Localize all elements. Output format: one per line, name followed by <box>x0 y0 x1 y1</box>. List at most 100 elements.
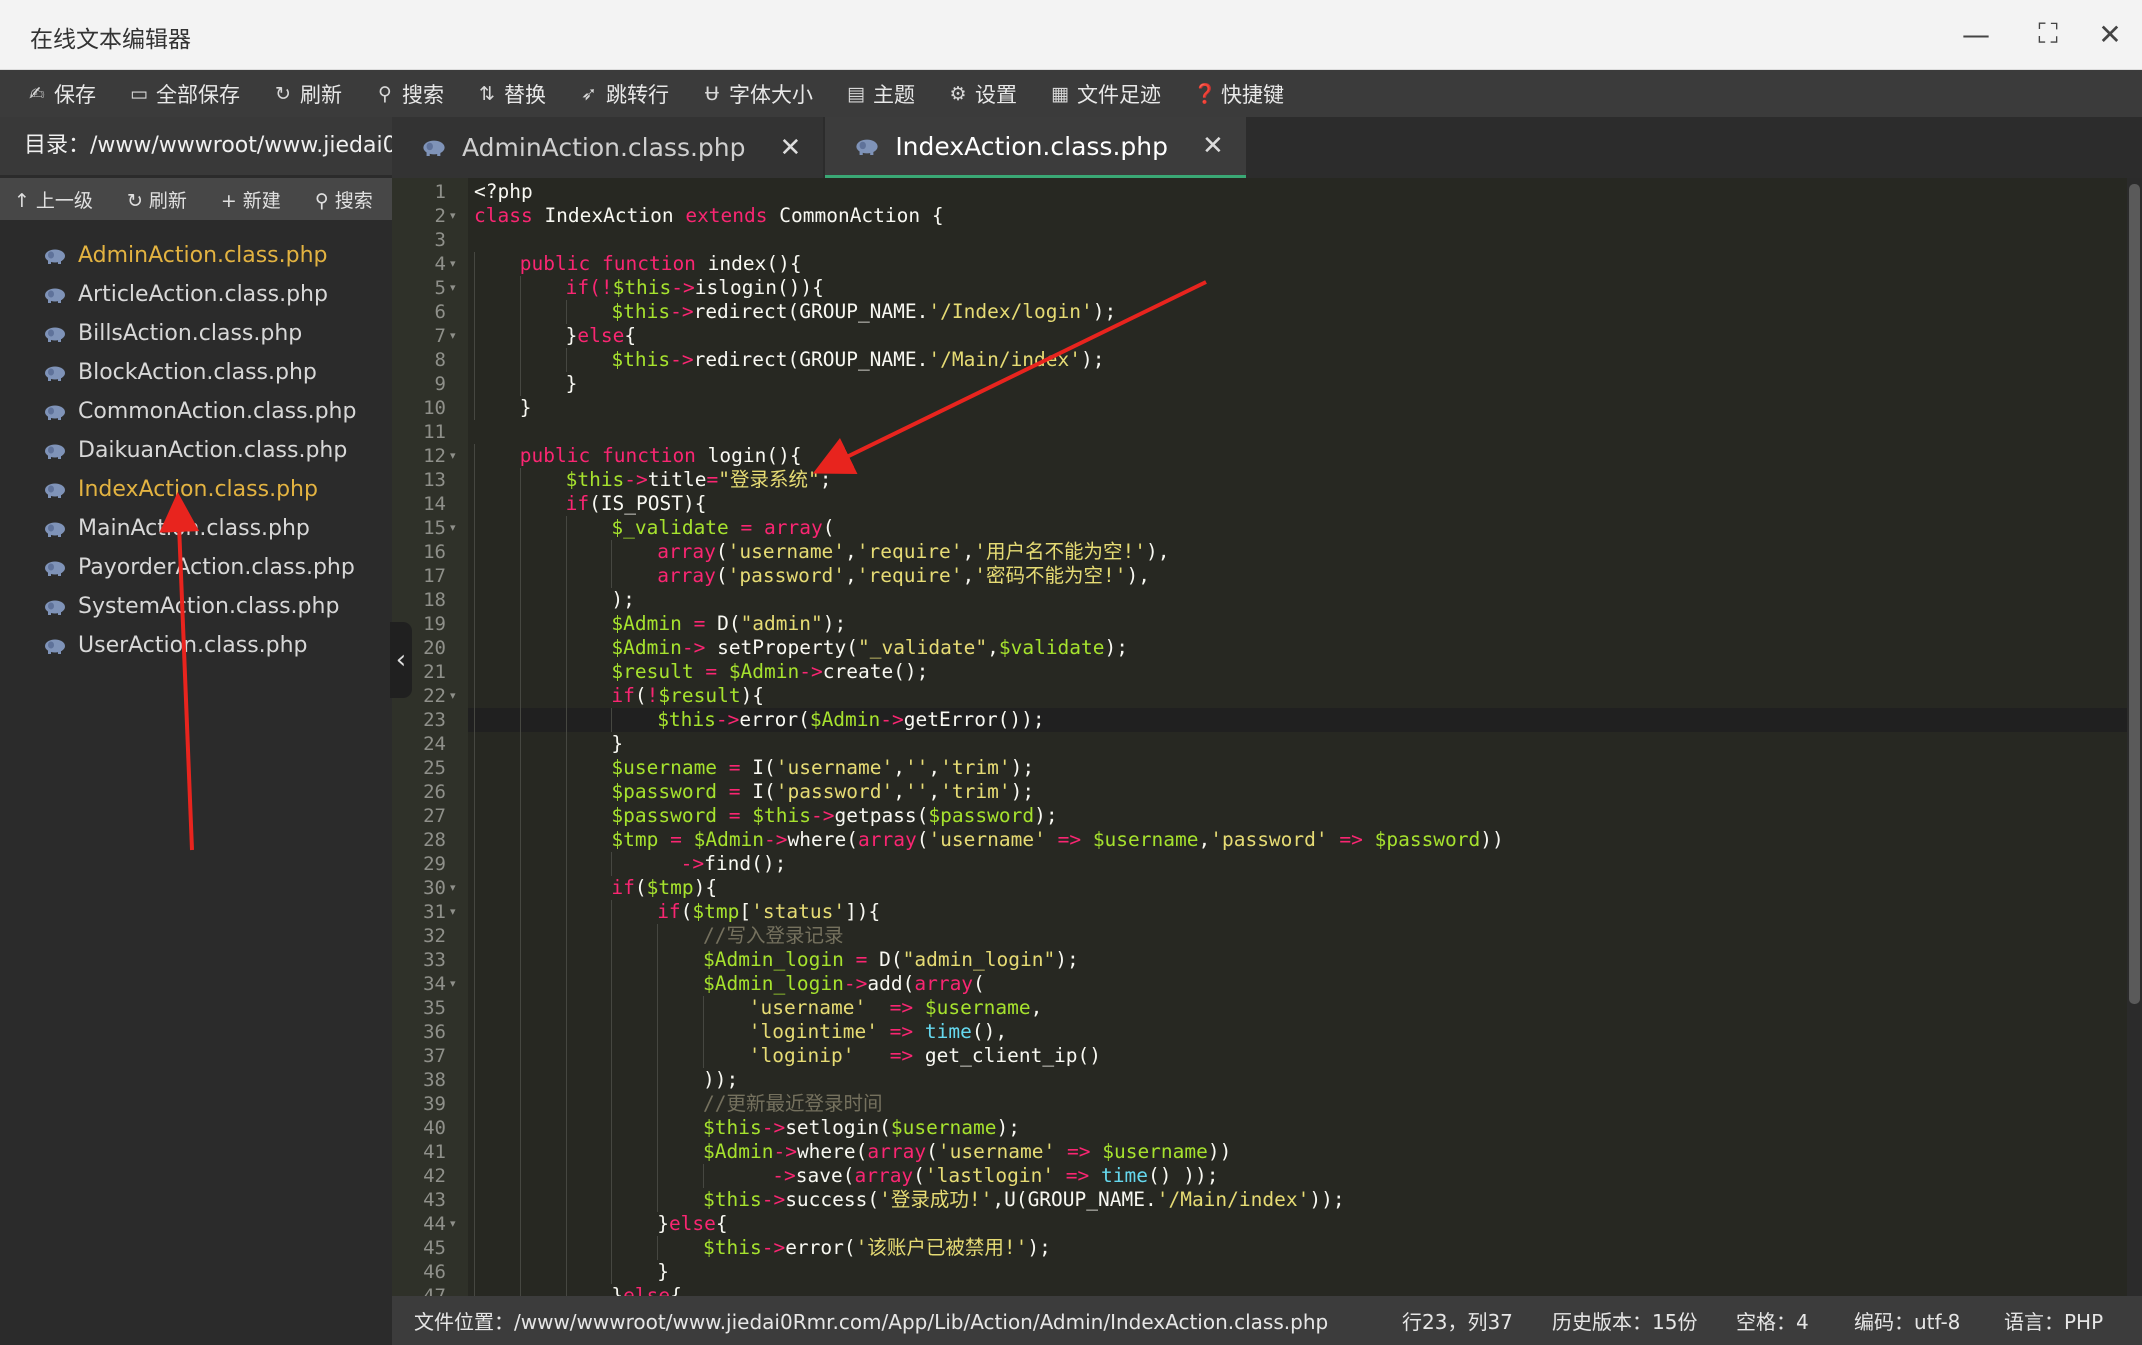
php-file-icon <box>45 249 65 264</box>
close-tab-icon[interactable]: ✕ <box>1202 131 1224 161</box>
code-token: add( <box>867 972 915 995</box>
maximize-icon[interactable]: ⛶ <box>2024 12 2072 56</box>
toolbar-search-button[interactable]: ⚲ 搜索 <box>358 70 460 117</box>
toolbar-theme-button[interactable]: ▤ 主题 <box>829 70 931 117</box>
line-number: 43 <box>423 1189 446 1211</box>
history-versions[interactable]: 历史版本：15份 <box>1552 1306 1697 1335</box>
minimize-icon[interactable]: — <box>1952 12 2000 56</box>
file-list-item[interactable]: BillsAction.class.php <box>0 314 392 353</box>
encoding-setting[interactable]: 编码：utf-8 <box>1854 1306 1960 1335</box>
toolbar-history-button[interactable]: ▦ 文件足迹 <box>1033 70 1177 117</box>
toolbar-save-all-button[interactable]: ▭ 全部保存 <box>112 70 256 117</box>
language-setting[interactable]: 语言：PHP <box>2004 1306 2103 1335</box>
code-editor[interactable]: 1 2 ▾ 3 4 ▾ 5 ▾ 6 7 ▾ 8 9 10 11 12 ▾ 13 14 15 ▾ 16 17 18 19 20 21 2… <box>392 178 2142 1296</box>
indent-guide <box>519 972 521 996</box>
toolbar-refresh-button[interactable]: ↻ 刷新 <box>256 70 358 117</box>
fold-toggle-icon[interactable]: ▾ <box>450 900 462 924</box>
fold-toggle-icon[interactable]: ▾ <box>450 252 462 276</box>
sidebar-tool-search-button[interactable]: ⚲ 搜索 <box>315 186 373 213</box>
indent-guide <box>611 900 613 924</box>
indent-guide <box>565 1116 567 1140</box>
indent-guide <box>474 1188 475 1212</box>
cursor-position[interactable]: 行23，列37 <box>1402 1306 1513 1335</box>
indent-setting[interactable]: 空格：4 <box>1736 1306 1809 1335</box>
line-gutter: 1 2 ▾ 3 4 ▾ 5 ▾ 6 7 ▾ 8 9 10 11 12 ▾ 13 14 15 ▾ 16 17 18 19 20 21 2… <box>392 178 468 1296</box>
code-line: } <box>611 732 623 756</box>
toolbar-help-button[interactable]: ❓ 快捷键 <box>1177 70 1300 117</box>
refresh-icon: ↻ <box>275 82 291 105</box>
indent-guide <box>657 1236 659 1260</box>
code-line: $Admin_login->add(array( <box>703 972 985 996</box>
code-token: => <box>1045 828 1093 851</box>
line-number: 8 <box>434 349 446 371</box>
line-number: 5 <box>434 277 446 299</box>
close-tab-icon[interactable]: ✕ <box>780 133 802 163</box>
line-number: 47 <box>423 1285 446 1296</box>
toolbar-font-size-button[interactable]: Ʉ 字体大小 <box>685 70 829 117</box>
file-list-item[interactable]: CommonAction.class.php <box>0 392 392 431</box>
code-token: $username <box>924 996 1031 1019</box>
editor-tab[interactable]: IndexAction.class.php ✕ <box>825 117 1246 178</box>
indent-guide <box>657 948 659 972</box>
code-token: -> <box>880 708 904 731</box>
tab-label: IndexAction.class.php <box>895 131 1168 161</box>
file-list-item[interactable]: UserAction.class.php <box>0 626 392 665</box>
fold-toggle-icon[interactable]: ▾ <box>450 444 462 468</box>
sidebar-tool-plus-button[interactable]: + 新建 <box>221 186 281 213</box>
file-name: MainAction.class.php <box>78 516 310 541</box>
fold-toggle-icon[interactable]: ▾ <box>450 324 462 348</box>
toolbar-goto-line-button[interactable]: ➶ 跳转行 <box>562 70 685 117</box>
file-list-item[interactable]: SystemAction.class.php <box>0 587 392 626</box>
line-number: 15 <box>423 517 446 539</box>
indent-guide <box>565 948 567 972</box>
fold-toggle-icon[interactable]: ▾ <box>450 204 462 228</box>
search-icon: ⚲ <box>314 189 329 212</box>
fold-toggle-icon[interactable]: ▾ <box>450 876 462 900</box>
vertical-scrollbar[interactable] <box>2127 178 2142 1296</box>
fold-toggle-icon[interactable]: ▾ <box>450 972 462 996</box>
scrollbar-thumb[interactable] <box>2129 184 2140 1004</box>
sidebar-tool-refresh-button[interactable]: ↻ 刷新 <box>127 186 187 213</box>
file-list-item[interactable]: DaikuanAction.class.php <box>0 431 392 470</box>
line-number: 29 <box>423 853 446 875</box>
code-token: <?php <box>474 180 533 203</box>
fold-toggle-icon[interactable]: ▾ <box>450 516 462 540</box>
file-list-item[interactable]: IndexAction.class.php <box>0 470 392 509</box>
indent-guide <box>474 564 475 588</box>
code-token: => <box>877 1020 925 1043</box>
directory-path: 目录：/www/wwwroot/www.jiedai0... <box>0 117 392 175</box>
code-line: $result = $Admin->create(); <box>611 660 928 684</box>
code-token: $Admin <box>611 612 682 635</box>
code-token: time <box>1101 1164 1148 1187</box>
file-list-item[interactable]: PayorderAction.class.php <box>0 548 392 587</box>
toolbar-replace-button[interactable]: ⇅ 替换 <box>460 70 562 117</box>
code-token: setProperty( <box>717 636 858 659</box>
code-token: , <box>893 780 905 803</box>
code-token: error( <box>785 1236 856 1259</box>
fold-toggle-icon[interactable]: ▾ <box>450 276 462 300</box>
toolbar-settings-button[interactable]: ⚙ 设置 <box>931 70 1033 117</box>
code-token: , <box>987 636 999 659</box>
fold-toggle-icon[interactable]: ▾ <box>450 1212 462 1236</box>
collapse-sidebar-button[interactable]: ‹ <box>390 622 412 698</box>
code-line: $password = I('password','','trim'); <box>611 780 1034 804</box>
code-token: $password <box>611 804 718 827</box>
code-token: ( <box>913 1164 925 1187</box>
code-token: public <box>519 252 591 275</box>
close-icon[interactable]: ✕ <box>2086 12 2134 56</box>
file-list-item[interactable]: MainAction.class.php <box>0 509 392 548</box>
toolbar-save-button[interactable]: ✍ 保存 <box>10 70 112 117</box>
code-token: function <box>602 252 696 275</box>
sidebar-tool-up-arrow-button[interactable]: ↑ 上一级 <box>14 186 93 213</box>
indent-guide <box>519 1044 521 1068</box>
file-list-item[interactable]: AdminAction.class.php <box>0 236 392 275</box>
code-token: array <box>867 1140 927 1163</box>
code-line: $this->redirect(GROUP_NAME.'/Main/index'… <box>611 348 1104 372</box>
file-list-item[interactable]: BlockAction.class.php <box>0 353 392 392</box>
file-list-item[interactable]: ArticleAction.class.php <box>0 275 392 314</box>
fold-toggle-icon[interactable]: ▾ <box>450 684 462 708</box>
code-token: '' <box>904 756 929 779</box>
indent-guide <box>474 1020 475 1044</box>
indent-guide <box>611 1164 613 1188</box>
editor-tab[interactable]: AdminAction.class.php ✕ <box>392 117 824 178</box>
